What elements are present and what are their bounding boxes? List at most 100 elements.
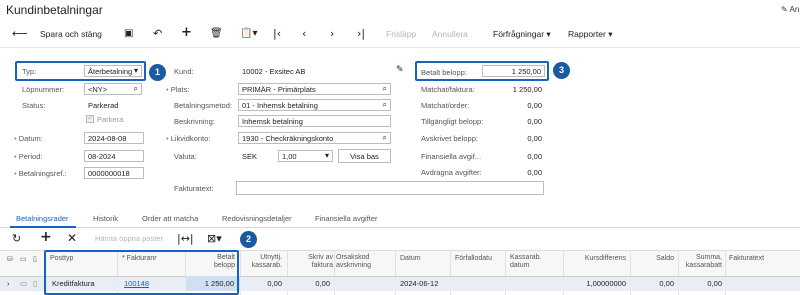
likvidkonto-input[interactable]: 1930 - Checkräkningskonto ⌕: [238, 132, 391, 144]
likvidkonto-label: • Likvidkonto:: [166, 134, 211, 143]
finansiella-label: Finansiella avgif...: [421, 152, 482, 161]
cell-utnyttj: 0,00: [267, 279, 282, 288]
fetch-open-items-button[interactable]: Hämta öppna poster: [95, 234, 163, 243]
avskrivet-label: Avskrivet belopp:: [421, 134, 478, 143]
period-value: 08-2024: [88, 152, 116, 161]
period-label-text: Period:: [18, 152, 43, 161]
kund-label: Kund:: [174, 67, 194, 76]
fakturatext-input[interactable]: [236, 181, 544, 195]
period-input[interactable]: 08-2024: [84, 150, 144, 162]
callout-badge-3: 3: [553, 62, 570, 79]
refresh-icon[interactable]: ↻: [12, 232, 21, 246]
grid-toolbar: ↻ + ✕ Hämta öppna poster |↔| ⊠▾: [0, 229, 800, 249]
col-orsakskod[interactable]: Orsakskod avskrivning: [336, 254, 371, 270]
status-label: Status:: [22, 101, 46, 110]
col-skriv-av[interactable]: Skriv av faktura: [300, 254, 333, 270]
likvidkonto-label-text: Likvidkonto:: [170, 134, 211, 143]
parkera-checkbox[interactable]: ✓: [86, 115, 94, 123]
matchat-order-value: 0,00: [527, 101, 542, 110]
release-button[interactable]: Frisläpp: [386, 29, 416, 39]
note-icon[interactable]: ▭: [20, 279, 27, 288]
col-orsakskod-line1: Orsakskod: [336, 254, 370, 261]
avdragna-value: 0,00: [527, 168, 542, 177]
search-icon: ⌕: [382, 84, 387, 93]
col-kassarab-datum[interactable]: Kassarab. datum: [510, 254, 542, 270]
main-toolbar: ⟵ Spara och stäng ▣ ↶ + 🗑 📋▾ |‹ ‹ › ›| F…: [0, 22, 800, 48]
visa-bas-label: Visa bas: [350, 152, 379, 161]
datum-label: • Datum:: [14, 134, 43, 143]
caret-down-icon: ▾: [546, 29, 551, 39]
plus-icon[interactable]: +: [181, 26, 192, 40]
cell-summa: 0,00: [707, 279, 722, 288]
last-record-icon[interactable]: ›|: [357, 27, 365, 41]
col-fakturatext[interactable]: Fakturatext: [729, 255, 764, 263]
edit-icon[interactable]: ✎: [396, 65, 404, 75]
floppy-disk-icon[interactable]: ▣: [124, 27, 133, 41]
chevron-down-icon: ▾: [324, 151, 329, 160]
plus-icon[interactable]: +: [40, 230, 52, 244]
tillgangligt-value: 0,00: [527, 117, 542, 126]
lopnummer-value: <NY>: [88, 85, 108, 94]
tab-redovisningsdetaljer[interactable]: Redovisningsdetaljer: [222, 214, 292, 223]
col-kursdifferens[interactable]: Kursdifferens: [578, 255, 626, 263]
doc-icon[interactable]: ▯: [33, 279, 37, 288]
finansiella-value: 0,00: [527, 152, 542, 161]
valuta-rate-select[interactable]: 1,00 ▾: [278, 150, 333, 162]
cancel-button[interactable]: Annullera: [432, 29, 468, 39]
tab-historik[interactable]: Historik: [93, 214, 118, 223]
trash-icon[interactable]: 🗑: [210, 27, 223, 41]
active-tab-indicator: [10, 226, 76, 228]
save-close-button[interactable]: Spara och stäng: [40, 29, 102, 39]
col-summa-kassarabatt[interactable]: Summa, kassarabatt: [680, 254, 722, 270]
betalningsmetod-label: Betalningsmetod:: [174, 101, 232, 110]
col-forfallodatum[interactable]: Förfallodatu: [455, 255, 492, 263]
tab-finansiella-avgifter[interactable]: Finansiella avgifter: [315, 214, 378, 223]
reports-label: Rapporter: [568, 29, 606, 39]
col-saldo[interactable]: Saldo: [640, 255, 674, 263]
beskrivning-value: Inhemsk betalning: [242, 117, 303, 126]
caret-down-icon: ▾: [608, 29, 613, 39]
plats-input[interactable]: PRIMÄR - Primärplats ⌕: [238, 83, 391, 95]
datum-label-text: Datum:: [18, 134, 43, 143]
callout-box-3: [415, 61, 549, 81]
visa-bas-button[interactable]: Visa bas: [338, 149, 391, 163]
top-right-menu[interactable]: ✎ An: [781, 5, 799, 14]
excel-export-icon[interactable]: ⊠▾: [207, 232, 222, 246]
search-icon: ⌕: [133, 84, 138, 93]
kund-value[interactable]: 10002 - Exsitec AB: [242, 67, 305, 76]
reports-menu[interactable]: Rapporter ▾: [568, 29, 612, 40]
datum-input[interactable]: 2024-08-08: [84, 132, 144, 144]
fit-columns-icon[interactable]: |↔|: [177, 232, 194, 246]
fakturatext-label: Fakturatext:: [174, 184, 214, 193]
row-expand-icon[interactable]: ›: [7, 279, 10, 288]
col-utnyttj[interactable]: Utnyttj. kassarab.: [246, 254, 282, 270]
arrow-left-icon[interactable]: ⟵: [12, 27, 28, 41]
tab-betalningsrader[interactable]: Betalningsrader: [16, 214, 69, 223]
col-kassarab-line1: Kassarab.: [510, 254, 542, 261]
cell-kursdifferens: 1,00000000: [586, 279, 626, 288]
col-skriv-av-line2: faktura: [311, 262, 333, 269]
betalningsmetod-value: 01 - Inhemsk betalning: [242, 101, 318, 110]
betalningsref-value: 0000000018: [88, 169, 130, 178]
period-label: • Period:: [14, 152, 43, 161]
datum-value: 2024-08-08: [88, 134, 127, 143]
clipboard-icon[interactable]: 📋▾: [240, 27, 257, 41]
beskrivning-input[interactable]: Inhemsk betalning: [238, 115, 391, 127]
valuta-label: Valuta:: [174, 152, 197, 161]
undo-icon[interactable]: ↶: [153, 27, 162, 41]
tab-order-att-matcha[interactable]: Order att matcha: [142, 214, 198, 223]
col-skriv-av-line1: Skriv av: [308, 254, 333, 261]
col-datum[interactable]: Datum: [400, 255, 421, 263]
chevron-right-icon[interactable]: ›: [330, 27, 334, 41]
betalningsref-input[interactable]: 0000000018: [84, 167, 144, 179]
chevron-left-icon[interactable]: ‹: [302, 27, 306, 41]
betalningsmetod-input[interactable]: 01 - Inhemsk betalning ⌕: [238, 99, 391, 111]
close-icon[interactable]: ✕: [67, 231, 77, 245]
lopnummer-input[interactable]: <NY> ⌕: [84, 83, 142, 95]
callout-badge-1: 1: [149, 64, 166, 81]
inquiries-menu[interactable]: Förfrågningar ▾: [493, 29, 551, 40]
first-record-icon[interactable]: |‹: [273, 27, 281, 41]
callout-box-2: [44, 250, 239, 295]
search-icon: ⌕: [382, 100, 387, 109]
edit-icon: ✎: [781, 5, 788, 14]
